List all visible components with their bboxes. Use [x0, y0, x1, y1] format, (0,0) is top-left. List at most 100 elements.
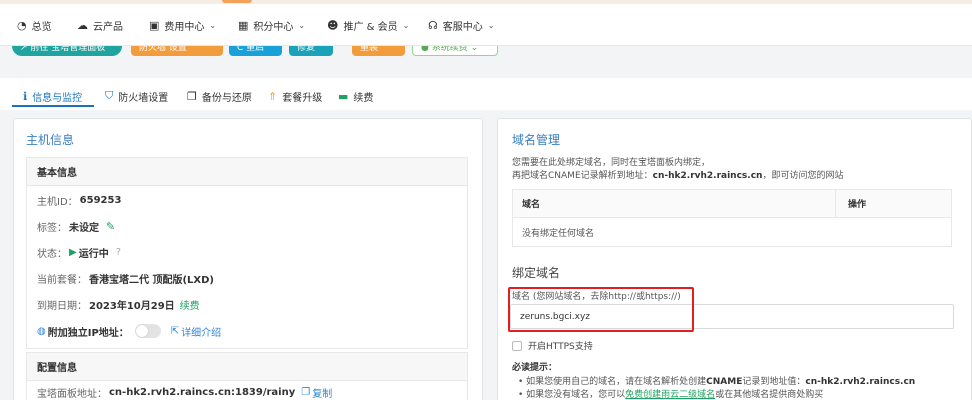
nav-item-label: 云产品 — [93, 21, 123, 33]
nav-item-label: 推广 & 会员 — [343, 21, 398, 33]
extra-ip-label: 附加独立IP地址： — [47, 327, 129, 339]
help-icon[interactable]: ? — [116, 247, 121, 258]
domain-panel: 域名管理 您需要在此处绑定域名，同时在宝塔面板内绑定， 再把域名CNAME记录解… — [497, 118, 972, 400]
tag-row: 标签： 未设定 ✎ — [37, 219, 115, 234]
tab-label: 套餐升级 — [282, 92, 323, 104]
tip1-prefix: • 如果您使用自己的域名，请在域名解析处创建 — [518, 377, 707, 387]
host-id-label: 主机ID： — [37, 196, 78, 208]
arrow-up-icon: ⇑ — [268, 89, 278, 103]
chevron-down-icon: ⌄ — [209, 20, 217, 30]
config-info-box: 配置信息 宝塔面板地址： cn-hk2.rvh2.raincs.cn:1839/… — [26, 352, 468, 400]
status-row: 状态： ▶ 运行中 ? — [37, 245, 121, 260]
tab-label: 信息与监控 — [32, 92, 83, 104]
domain-desc-line1: 您需要在此处绑定域名，同时在宝塔面板内绑定， — [512, 158, 711, 168]
globe-icon: ◍ — [37, 325, 46, 337]
video-icon: ▣ — [149, 18, 160, 32]
col-domain: 域名 — [513, 190, 836, 217]
nav-item-support[interactable]: ☊ 客服中心 ⌄ — [428, 17, 494, 33]
nav-item-billing[interactable]: ▣ 费用中心 ⌄ — [149, 17, 216, 33]
tab-info-monitor[interactable]: ℹ 信息与监控 — [23, 89, 83, 104]
expiry-value: 2023年10月29日 — [89, 300, 175, 312]
plan-label: 当前套餐： — [37, 274, 87, 286]
desc-prefix: 再把域名CNAME记录解析到地址： — [512, 171, 653, 181]
basic-info-box: 基本信息 主机ID： 659253 标签： 未设定 ✎ 状态： ▶ 运行中 ? … — [26, 157, 468, 349]
extra-ip-toggle[interactable] — [134, 324, 161, 338]
tab-firewall[interactable]: ⛉ 防火墙设置 — [105, 89, 169, 104]
free-subdomain-link[interactable]: 免费创建雨云二级域名 — [625, 390, 715, 400]
shield-icon: ⛉ — [105, 89, 114, 102]
copy-icon: ❐ — [301, 386, 311, 398]
nav-item-affiliate[interactable]: ☻ 推广 & 会员 ⌄ — [327, 17, 409, 33]
headset-icon: ☊ — [428, 18, 438, 32]
tag-value: 未设定 — [69, 222, 99, 234]
nav-item-overview[interactable]: ◔ 总览 — [17, 17, 52, 33]
panel-address-value: cn-hk2.rvh2.raincs.cn:1839/rainy — [109, 386, 296, 398]
domain-title: 域名管理 — [512, 133, 561, 147]
play-circle-icon: ▶ — [69, 246, 77, 258]
tag-label: 标签： — [37, 222, 67, 234]
repair-button[interactable]: 修复 — [289, 46, 333, 56]
tab-bar: ℹ 信息与监控 ⛉ 防火墙设置 ❐ 备份与还原 ⇑ 套餐升级 ▬ 续费 — [0, 78, 972, 110]
panel-address-row: 宝塔面板地址： cn-hk2.rvh2.raincs.cn:1839/rainy… — [37, 385, 332, 400]
users-icon: ☻ — [327, 18, 339, 32]
https-label: 开启HTTPS支持 — [528, 342, 593, 352]
nav-item-label: 客服中心 — [442, 21, 483, 33]
cloud-icon: ☁ — [77, 18, 88, 32]
gift-icon: ▦ — [238, 18, 249, 32]
bind-domain-title: 绑定域名 — [512, 266, 561, 280]
tab-upgrade[interactable]: ⇑ 套餐升级 — [268, 89, 323, 104]
https-option[interactable]: 开启HTTPS支持 — [512, 339, 593, 352]
expiry-label: 到期日期： — [37, 300, 87, 312]
host-info-title: 主机信息 — [26, 133, 75, 147]
domain-table-empty: 没有绑定任何域名 — [522, 228, 595, 239]
money-icon: ▬ — [338, 89, 349, 103]
config-info-heading: 配置信息 — [27, 353, 467, 381]
tip-cname: • 如果您使用自己的域名，请在域名解析处创建CNAME记录到地址值：cn-hk2… — [518, 374, 915, 387]
domain-table: 域名 操作 没有绑定任何域名 — [512, 189, 952, 247]
nav-item-cloud-products[interactable]: ☁ 云产品 — [77, 17, 123, 33]
status-value: 运行中 — [78, 248, 109, 260]
cname-target: cn-hk2.rvh2.raincs.cn — [652, 171, 763, 181]
nav-item-label: 费用中心 — [164, 21, 205, 33]
chevron-down-icon: ⌄ — [298, 20, 306, 30]
action-button-row: ↗ 前往 宝塔管理面板 防火墙 设置 C 重启 修复 重装 ● 系统续费 ⌄ — [0, 46, 972, 58]
https-checkbox[interactable] — [512, 340, 522, 351]
ip-detail-link[interactable]: 详细介绍 — [181, 324, 221, 339]
tip2-prefix: • 如果您没有域名，您可以 — [518, 390, 626, 400]
domain-table-header: 域名 操作 — [513, 190, 951, 218]
extra-ip-row: ◍ 附加独立IP地址： ⇱ 详细介绍 — [37, 324, 221, 339]
chevron-down-icon: ⌄ — [487, 20, 495, 30]
col-action: 操作 — [848, 200, 867, 210]
dashboard-icon: ◔ — [17, 18, 27, 32]
plan-row: 当前套餐： 香港宝塔二代 顶配版(LXD) — [37, 271, 214, 286]
copy-link[interactable]: 复制 — [312, 385, 332, 400]
tab-renew[interactable]: ▬ 续费 — [338, 89, 373, 104]
domain-desc-line2: 再把域名CNAME记录解析到地址：cn-hk2.rvh2.raincs.cn，即… — [512, 168, 843, 181]
copy-icon: ❐ — [187, 89, 197, 103]
host-id-value: 659253 — [79, 194, 122, 206]
highlight-box — [508, 287, 694, 332]
edit-icon[interactable]: ✎ — [106, 220, 115, 233]
expiry-row: 到期日期： 2023年10月29日 续费 — [37, 297, 200, 312]
basic-info-heading: 基本信息 — [27, 158, 467, 186]
firewall-button[interactable]: 防火墙 设置 — [131, 46, 223, 56]
top-accent-marker — [222, 0, 252, 3]
host-info-panel: 主机信息 基本信息 主机ID： 659253 标签： 未设定 ✎ 状态： ▶ 运… — [13, 118, 483, 400]
renew-dropdown-button[interactable]: ● 系统续费 ⌄ — [412, 46, 498, 56]
reinstall-button[interactable]: 重装 — [352, 46, 405, 56]
renew-link[interactable]: 续费 — [180, 297, 200, 312]
restart-button[interactable]: C 重启 — [229, 46, 282, 56]
tab-label: 备份与还原 — [201, 92, 252, 104]
tip1-bold: CNAME — [706, 377, 743, 387]
nav-item-label: 积分中心 — [253, 21, 294, 33]
host-id-row: 主机ID： 659253 — [37, 193, 122, 208]
tip2-suffix: 或在其他域名提供商处购买 — [715, 390, 824, 400]
tab-backup[interactable]: ❐ 备份与还原 — [187, 89, 252, 104]
nav-item-label: 总览 — [31, 21, 52, 33]
tip1-mid: 记录到地址值： — [742, 377, 806, 387]
desc-suffix: ，即可访问您的网站 — [762, 171, 844, 181]
open-panel-button[interactable]: ↗ 前往 宝塔管理面板 — [12, 46, 122, 56]
top-navbar: ◔ 总览 ☁ 云产品 ▣ 费用中心 ⌄ ▦ 积分中心 ⌄ ☻ 推广 & 会员 ⌄… — [0, 0, 972, 46]
nav-item-points[interactable]: ▦ 积分中心 ⌄ — [238, 17, 305, 33]
tab-label: 防火墙设置 — [118, 92, 169, 104]
